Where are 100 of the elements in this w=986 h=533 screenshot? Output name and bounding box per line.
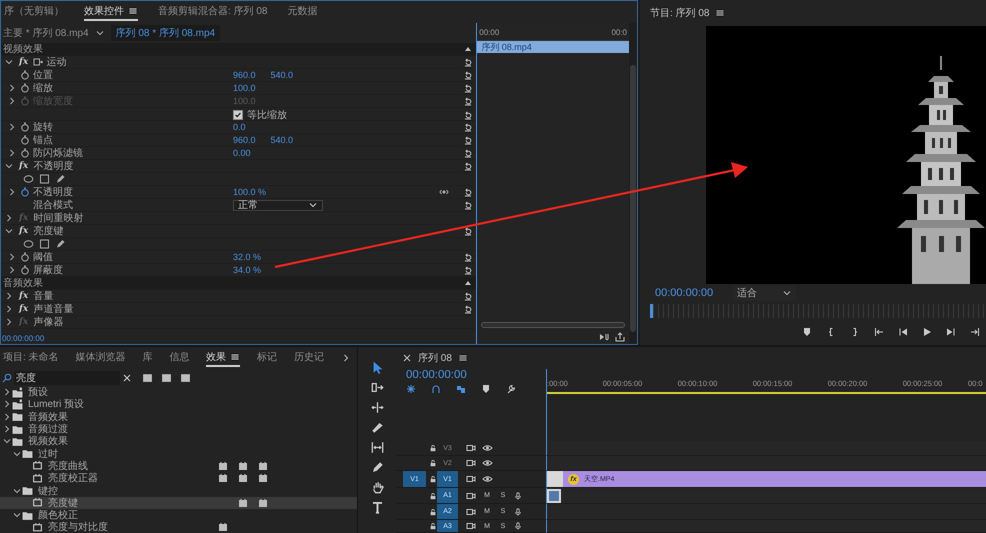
stopwatch-icon[interactable] [20,187,30,197]
stopwatch-icon[interactable] [20,70,30,80]
track-lane[interactable] [546,520,986,533]
disclosure-chevron-icon[interactable] [4,304,14,314]
tree-item[interactable]: 音频过渡 [0,422,357,436]
clear-icon[interactable] [122,372,132,382]
rectangle-mask-icon[interactable] [39,239,50,249]
pen-mask-icon[interactable] [55,174,66,184]
nest-icon[interactable] [406,384,416,394]
tree-item[interactable]: 亮度与对比度 [0,521,357,533]
effect-toggle[interactable]: fx [17,291,30,301]
lock-icon[interactable] [429,521,437,531]
disclosure-chevron-icon[interactable] [2,399,12,410]
property-value[interactable]: 540.0 [270,135,294,145]
sync-lock-icon[interactable] [466,458,476,468]
effect-toggle[interactable]: fx [17,57,30,67]
expand-chevron-icon[interactable] [7,83,17,93]
step-back-icon[interactable] [898,326,908,336]
disclosure-chevron-icon[interactable] [4,317,14,327]
tree-item[interactable]: 音频效果 [0,410,357,423]
search-field[interactable]: 亮度 [14,370,120,384]
reset-icon[interactable] [463,265,474,275]
reset-icon[interactable] [463,304,474,314]
track-lane[interactable] [546,504,986,520]
play-icon[interactable] [922,326,932,336]
reset-icon[interactable] [463,200,474,210]
go-to-out-icon[interactable] [970,326,980,336]
menu-icon[interactable] [230,352,240,362]
selection-tool-icon[interactable] [370,361,384,374]
visibility-icon[interactable] [482,474,493,484]
scrollbar[interactable] [630,65,636,332]
panel-tab[interactable]: 历史记 [294,349,324,367]
panel-tab[interactable]: 音频剪辑混合器: 序列 08 [158,3,268,21]
menu-icon[interactable] [458,353,468,363]
panel-tab[interactable]: 效果控件 [84,3,138,21]
timecode[interactable]: 00:00:00:00 [2,334,44,343]
disclosure-chevron-icon[interactable] [2,412,12,422]
lock-icon[interactable] [429,443,437,453]
property-value[interactable]: 100.0 % [233,187,266,197]
disclosure-chevron-icon[interactable] [4,291,14,301]
stopwatch-icon[interactable] [20,265,30,275]
type-tool-icon[interactable] [370,501,384,514]
sync-lock-icon[interactable] [466,474,476,484]
transform-icon[interactable] [33,57,44,67]
panel-tab[interactable]: 元数据 [287,3,318,21]
checkbox[interactable] [233,110,243,120]
lock-icon[interactable] [429,506,437,516]
reset-icon[interactable] [463,122,474,132]
property-value[interactable]: 0.0 [233,122,246,132]
dropdown-chevron-icon[interactable] [94,28,105,38]
microphone-icon[interactable] [514,490,522,500]
blend-mode-dropdown[interactable]: 正常 [233,200,323,210]
panel-tab[interactable]: 标记 [257,349,278,367]
panel-tab[interactable]: 库 [142,349,152,367]
tree-item[interactable]: 亮度校正器 [0,472,357,484]
ellipse-mask-icon[interactable] [23,174,34,184]
property-value[interactable]: 540.0 [270,70,294,80]
reset-icon[interactable] [463,83,474,93]
pen-tool-icon[interactable] [370,461,384,474]
menu-icon[interactable] [128,6,138,16]
audio-clip[interactable] [547,488,561,502]
ellipse-mask-icon[interactable] [23,239,34,249]
settings-icon[interactable] [506,384,516,394]
disclosure-chevron-icon[interactable] [4,226,14,236]
effect-toggle[interactable]: fx [17,226,30,236]
disclosure-chevron-icon[interactable] [2,387,12,398]
tree-item[interactable]: 预设 [0,386,357,398]
slip-tool-icon[interactable] [370,441,384,454]
reset-icon[interactable] [463,57,474,67]
visibility-icon[interactable] [482,443,493,453]
property-value[interactable]: 34.0 % [233,265,262,275]
lock-icon[interactable] [429,474,437,484]
panel-tab[interactable]: 信息 [169,349,190,367]
expand-chevron-icon[interactable] [7,252,17,262]
export-icon[interactable] [615,332,626,342]
reset-icon[interactable] [463,291,474,301]
panel-tab[interactable]: 媒体浏览器 [75,349,126,367]
add-marker-icon[interactable] [481,384,491,394]
reset-icon[interactable] [463,161,474,171]
panel-tab[interactable]: 序（无剪辑） [4,3,64,21]
master-clip-label[interactable]: 主要 * 序列 08.mp4 [3,26,89,40]
expand-chevron-icon[interactable] [7,122,17,132]
rectangle-mask-icon[interactable] [39,174,50,184]
expand-chevron-icon[interactable] [7,148,17,158]
reset-icon[interactable] [463,70,474,80]
lock-icon[interactable] [429,458,437,468]
expand-chevron-icon[interactable] [7,265,17,275]
reset-icon[interactable] [463,252,474,262]
add-marker-icon[interactable] [802,326,812,336]
tree-item[interactable]: 亮度曲线 [0,460,357,472]
visibility-icon[interactable] [482,458,493,468]
tree-item[interactable]: Lumetri 预设 [0,398,357,411]
pen-mask-icon[interactable] [55,239,66,249]
tree-item[interactable]: 键控 [0,484,357,497]
property-value[interactable]: 960.0 [233,135,256,145]
stopwatch-icon[interactable] [20,83,30,93]
reset-icon[interactable] [463,148,474,158]
sequence-clip-label[interactable]: 序列 08 * 序列 08.mp4 [110,25,220,41]
track-select-tool-icon[interactable] [370,381,384,394]
expand-chevron-icon[interactable] [7,187,17,197]
